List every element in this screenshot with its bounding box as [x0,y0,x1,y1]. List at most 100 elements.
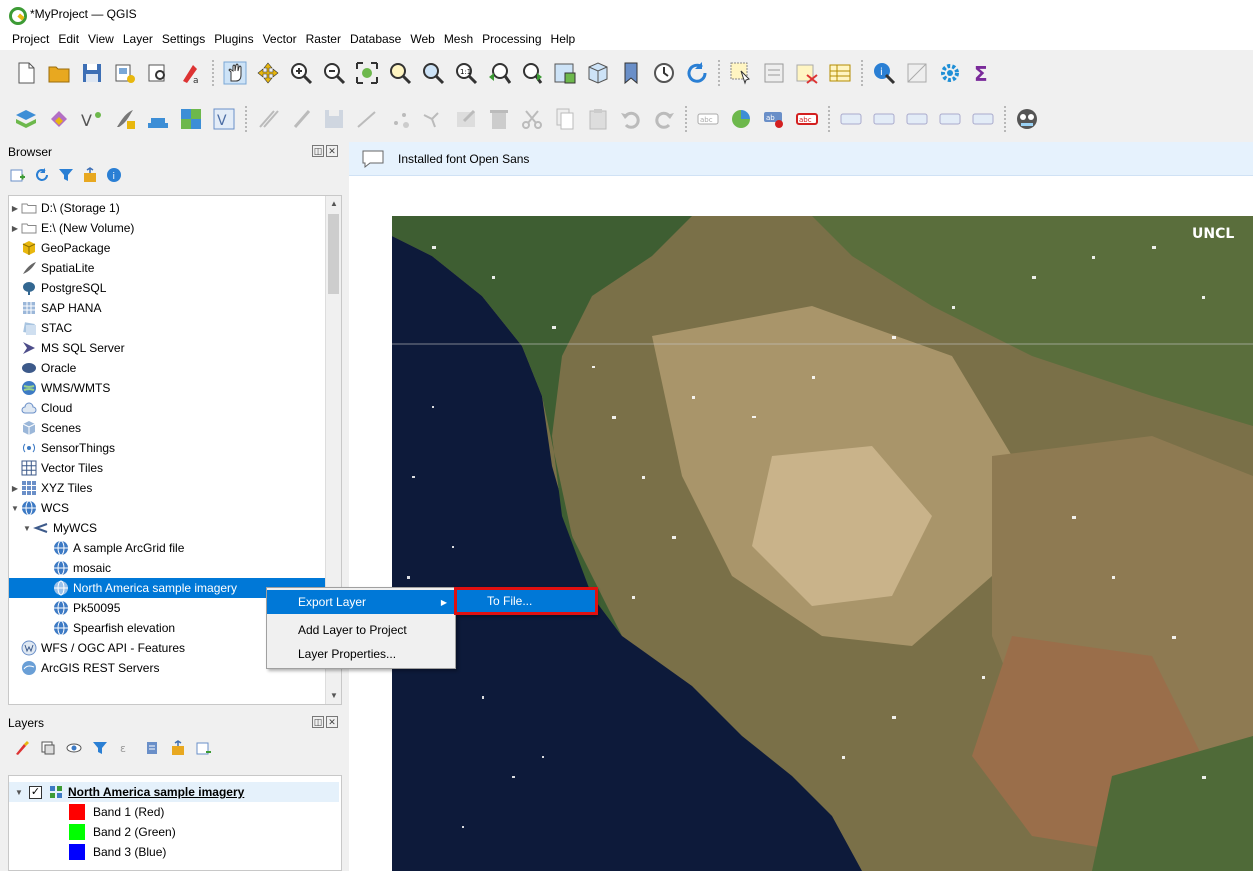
label-properties-icon[interactable] [969,105,997,133]
paste-features-icon[interactable] [584,105,612,133]
temporal-controller-icon[interactable] [650,59,678,87]
close-panel-icon[interactable]: ✕ [326,145,338,157]
add-group-icon[interactable] [40,740,56,756]
zoom-to-layer-icon[interactable] [419,59,447,87]
new-map-view-icon[interactable] [551,59,579,87]
tree-item-xyz-tiles[interactable]: ▶ XYZ Tiles [9,478,327,498]
expand-arrow-icon[interactable]: ▶ [9,224,21,233]
collapse-all-icon[interactable] [82,167,98,183]
tree-item-mywcs[interactable]: ▼ MyWCS [9,518,327,538]
zoom-last-icon[interactable] [485,59,513,87]
tree-item-sap-hana[interactable]: SAP HANA [9,298,327,318]
modify-attributes-icon[interactable] [452,105,480,133]
map-canvas[interactable]: UNCL [349,176,1253,871]
tree-item-postgresql[interactable]: PostgreSQL [9,278,327,298]
tree-item-stac[interactable]: STAC [9,318,327,338]
menu-view[interactable]: View [88,32,114,46]
statistics-sigma-icon[interactable]: Σ [969,59,997,87]
new-3d-view-icon[interactable] [584,59,612,87]
tree-item-vector-tiles[interactable]: Vector Tiles [9,458,327,478]
highlight-pinned-labels-icon[interactable]: ab [760,105,788,133]
filter-legend-icon[interactable] [92,740,108,756]
collapse-arrow-icon[interactable]: ▼ [9,504,21,513]
menu-vector[interactable]: Vector [263,32,297,46]
open-layer-styling-icon[interactable] [14,740,30,756]
style-manager-icon[interactable]: a [177,59,205,87]
layout-manager-icon[interactable] [144,59,172,87]
tree-item-sensorthings[interactable]: SensorThings [9,438,327,458]
zoom-native-icon[interactable]: 1:1 [452,59,480,87]
show-attribute-table-icon[interactable] [826,59,854,87]
add-layer-to-project-menu-item[interactable]: Add Layer to Project [267,618,455,642]
layer-visibility-checkbox[interactable]: ✓ [29,785,42,799]
layer-north-america-imagery[interactable]: ▼ ✓ North America sample imagery [9,782,339,802]
add-virtual-layer-icon[interactable]: V [210,105,238,133]
tree-item-drive-d[interactable]: ▶ D:\ (Storage 1) [9,198,327,218]
identify-features-icon[interactable]: i [870,59,898,87]
tree-item-scenes[interactable]: Scenes [9,418,327,438]
tree-item-wcs[interactable]: ▼ WCS [9,498,327,518]
tree-item-mosaic[interactable]: mosaic [9,558,327,578]
menu-web[interactable]: Web [410,32,434,46]
pan-to-selection-icon[interactable] [254,59,282,87]
filter-browser-icon[interactable] [58,167,74,183]
menu-processing[interactable]: Processing [482,32,541,46]
vertex-tool-icon[interactable] [419,105,447,133]
pin-labels-icon[interactable]: abc [793,105,821,133]
add-selected-layers-icon[interactable] [10,167,26,183]
tree-item-sample-arcgrid[interactable]: A sample ArcGrid file [9,538,327,558]
refresh-browser-icon[interactable] [34,167,50,183]
menu-project[interactable]: Project [12,32,49,46]
select-features-icon[interactable] [727,59,755,87]
zoom-next-icon[interactable] [518,59,546,87]
manage-map-themes-icon[interactable] [66,740,82,756]
pan-map-icon[interactable] [221,59,249,87]
save-layer-edits-icon[interactable] [320,105,348,133]
menu-plugins[interactable]: Plugins [214,32,253,46]
zoom-out-icon[interactable] [320,59,348,87]
menu-edit[interactable]: Edit [58,32,79,46]
toggle-editing-icon[interactable] [287,105,315,133]
collapse-arrow-icon[interactable]: ▼ [21,524,33,533]
tree-item-geopackage[interactable]: GeoPackage [9,238,327,258]
menu-help[interactable]: Help [551,32,576,46]
zoom-to-selection-icon[interactable] [386,59,414,87]
show-hide-labels-icon[interactable] [837,105,865,133]
enable-properties-icon[interactable]: i [106,167,122,183]
tree-item-cloud[interactable]: Cloud [9,398,327,418]
zoom-full-icon[interactable] [353,59,381,87]
expand-arrow-icon[interactable]: ▶ [9,484,21,493]
refresh-icon[interactable] [683,59,711,87]
float-panel-icon[interactable]: ◫ [312,716,324,728]
change-label-icon[interactable] [936,105,964,133]
layer-diagram-icon[interactable] [727,105,755,133]
redo-icon[interactable] [650,105,678,133]
plugin-ghost-icon[interactable] [1013,105,1041,133]
expand-all-icon[interactable] [144,740,160,756]
layer-properties-menu-item[interactable]: Layer Properties... [267,642,455,666]
digitize-point-icon[interactable] [386,105,414,133]
tree-item-spatialite[interactable]: SpatiaLite [9,258,327,278]
add-delimited-text-icon[interactable]: V [78,105,106,133]
add-raster-layer-icon[interactable] [177,105,205,133]
menu-layer[interactable]: Layer [123,32,153,46]
open-project-icon[interactable] [45,59,73,87]
collapse-all-layers-icon[interactable] [170,740,186,756]
deselect-features-icon[interactable] [793,59,821,87]
measure-icon[interactable] [903,59,931,87]
new-project-icon[interactable] [12,59,40,87]
zoom-in-icon[interactable] [287,59,315,87]
new-bookmark-icon[interactable] [617,59,645,87]
scroll-thumb[interactable] [328,214,339,294]
scroll-up-icon[interactable]: ▲ [326,196,341,212]
close-panel-icon[interactable]: ✕ [326,716,338,728]
current-edits-icon[interactable] [254,105,282,133]
delete-selected-icon[interactable] [485,105,513,133]
cut-features-icon[interactable] [518,105,546,133]
export-layer-menu-item[interactable]: Export Layer ▶ [267,590,455,614]
undo-icon[interactable] [617,105,645,133]
layer-labeling-icon[interactable]: abc [694,105,722,133]
move-label-icon[interactable] [870,105,898,133]
float-panel-icon[interactable]: ◫ [312,145,324,157]
collapse-arrow-icon[interactable]: ▼ [15,788,29,797]
